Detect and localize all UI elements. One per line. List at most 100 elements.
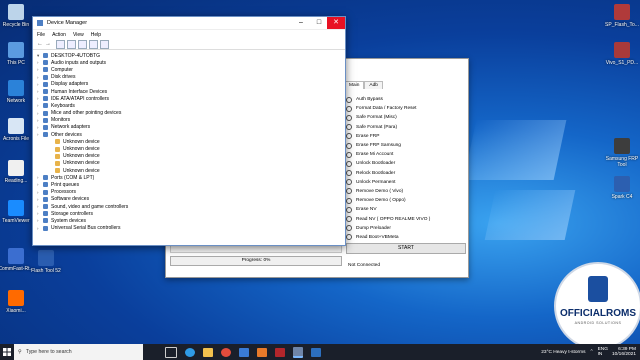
menu-action[interactable]: Action [52,32,66,38]
option-radio[interactable]: Safe Format (Misc) [346,113,430,122]
tree-category[interactable]: › Processors [37,189,341,196]
menu-view[interactable]: View [73,32,84,38]
file-explorer-icon[interactable] [203,347,213,357]
tree-category[interactable]: › Human Interface Devices [37,88,341,95]
option-radio[interactable]: Relock Bootloader [346,169,430,178]
app-icon-red[interactable] [275,347,285,357]
search-box[interactable]: ⚲ Type here to search [14,344,143,360]
radio-icon[interactable] [346,151,352,158]
desktop-icon[interactable]: This PC [0,42,36,66]
option-radio[interactable]: Read Boot+VBMeta [346,233,430,242]
close-button[interactable]: ✕ [327,17,345,29]
clock[interactable]: 6:39 PM 10/16/2021 [612,347,636,357]
option-radio[interactable]: Erase FRP [346,132,430,141]
tray-arrow-icon[interactable]: ⌃ [590,350,594,355]
option-radio[interactable]: Remove Demo ( Oppo) [346,196,430,205]
weather-text[interactable]: 23°C Heavy t-storms [541,350,585,355]
tree-category[interactable]: › Print queues [37,181,341,188]
desktop-icon[interactable]: Xiaomi... [0,290,36,314]
option-radio[interactable]: Erase NV [346,205,430,214]
properties-icon[interactable] [56,39,65,49]
minimize-button[interactable]: – [293,17,309,29]
option-radio[interactable]: Dump Preloader [346,224,430,233]
scan-icon[interactable] [89,39,98,49]
desktop-icon[interactable]: SP_Flash_To... [602,4,640,28]
tree-category[interactable]: › Disk drives [37,74,341,81]
radio-icon[interactable] [346,188,352,195]
radio-icon[interactable] [346,206,352,213]
radio-icon[interactable] [346,225,352,232]
option-radio[interactable]: Format Data / Factory Reset [346,104,430,113]
device-manager-window[interactable]: Device Manager – □ ✕ File Action View He… [32,16,346,246]
chrome-icon[interactable] [221,347,231,357]
radio-icon[interactable] [346,105,352,112]
tree-category[interactable]: › Display adapters [37,81,341,88]
tree-root[interactable]: ▾ DESKTOP-4UTOBTG [37,52,341,59]
radio-icon[interactable] [346,160,352,167]
desktop-icon[interactable]: TeamViewer [0,200,36,224]
option-radio[interactable]: Unlock Permanent [346,178,430,187]
start-button[interactable] [0,344,14,360]
tree-category[interactable]: › IDE ATA/ATAPI controllers [37,95,341,102]
store-icon[interactable] [239,347,249,357]
tree-category[interactable]: › Storage controllers [37,210,341,217]
mic-icon[interactable] [149,348,157,357]
tree-child-item[interactable]: Unknown device [37,160,341,167]
desktop-icon[interactable]: Spark C4 [602,176,640,200]
start-button[interactable]: START [346,243,466,254]
list-icon[interactable] [67,39,76,49]
tab-adb[interactable]: Adb [364,81,383,89]
radio-icon[interactable] [346,124,352,131]
desktop-icon[interactable]: Network [0,80,36,104]
radio-icon[interactable] [346,234,352,241]
tree-child-item[interactable]: Unknown device [37,138,341,145]
tree-category[interactable]: › Ports (COM & LPT) [37,174,341,181]
option-radio[interactable]: Erase FRP Samsung [346,141,430,150]
tab-main[interactable]: Main [344,81,365,89]
help-icon[interactable] [78,39,87,49]
menu-help[interactable]: Help [91,32,101,38]
radio-icon[interactable] [346,96,352,103]
task-view-icon[interactable] [165,346,177,358]
app-icon-orange[interactable] [257,347,267,357]
option-radio[interactable]: Read NV ( OPPO REALME VIVO ) [346,214,430,223]
tree-child-item[interactable]: Unknown device [37,145,341,152]
tool-task-icon[interactable] [311,347,321,357]
tree-category[interactable]: › Keyboards [37,102,341,109]
desktop-icon[interactable]: Flash Tool 52 [26,250,66,274]
desktop-icon[interactable]: Samsung FRP Tool [602,138,640,168]
monitor-icon[interactable] [100,39,109,49]
tree-category[interactable]: › Computer [37,66,341,73]
radio-icon[interactable] [346,179,352,186]
menu-file[interactable]: File [37,32,45,38]
radio-icon[interactable] [346,114,352,121]
tree-category[interactable]: › Mice and other pointing devices [37,110,341,117]
radio-icon[interactable] [346,142,352,149]
tree-category[interactable]: › Universal Serial Bus controllers [37,225,341,232]
option-radio[interactable]: Unlock Bootloader [346,159,430,168]
desktop-icon[interactable]: Recycle Bin [0,4,36,28]
maximize-button[interactable]: □ [311,17,327,29]
back-icon[interactable]: ← [37,41,43,47]
tree-category[interactable]: › Monitors [37,117,341,124]
forward-icon[interactable]: → [45,41,51,47]
edge-icon[interactable] [185,347,195,357]
tree-category[interactable]: › Other devices [37,131,341,138]
tree-child-item[interactable]: Unknown device [37,153,341,160]
option-radio[interactable]: Auth Bypass [346,95,430,104]
device-manager-task-icon[interactable] [293,346,303,358]
desktop-icon[interactable]: Reading... [0,160,36,184]
language-indicator[interactable]: ENG IN [598,347,608,357]
radio-icon[interactable] [346,216,352,223]
radio-icon[interactable] [346,197,352,204]
option-radio[interactable]: Remove Demo ( Vivo) [346,187,430,196]
tree-category[interactable]: › Software devices [37,196,341,203]
radio-icon[interactable] [346,170,352,177]
tree-category[interactable]: › Network adapters [37,124,341,131]
tree-category[interactable]: › System devices [37,217,341,224]
tree-category[interactable]: › Sound, video and game controllers [37,203,341,210]
radio-icon[interactable] [346,133,352,140]
tree-child-item[interactable]: Unknown device [37,167,341,174]
desktop-icon[interactable]: Vivo_S1_PD... [602,42,640,66]
option-radio[interactable]: Erase Mi Account [346,150,430,159]
